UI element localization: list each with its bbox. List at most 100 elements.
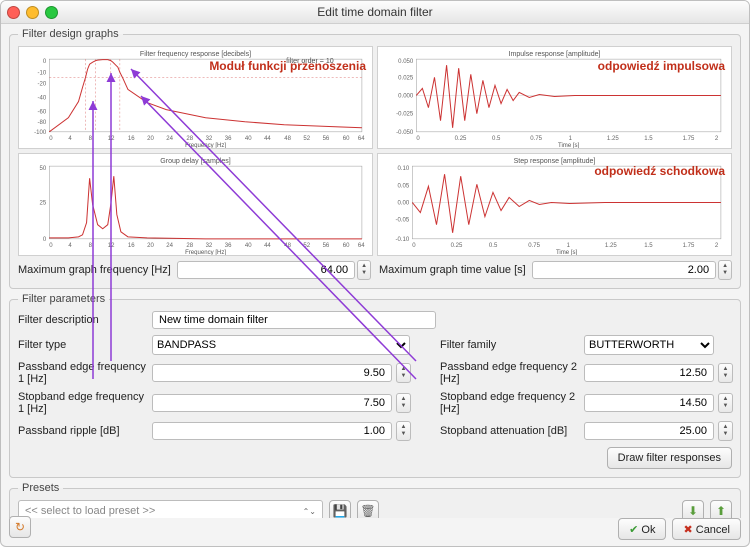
svg-text:32: 32 (206, 136, 213, 142)
max-graph-freq-stepper[interactable]: ▲▼ (357, 260, 371, 280)
minimize-icon[interactable] (26, 6, 39, 19)
svg-text:64: 64 (358, 136, 365, 142)
svg-text:Step response [amplitude]: Step response [amplitude] (514, 158, 596, 165)
svg-text:1.25: 1.25 (607, 136, 619, 142)
graphs-legend: Filter design graphs (18, 28, 123, 40)
svg-text:Impulse response [amplitude]: Impulse response [amplitude] (509, 51, 601, 58)
svg-text:-10: -10 (37, 70, 46, 76)
presets-legend: Presets (18, 482, 63, 494)
import-preset-button[interactable]: ⬇ (682, 500, 704, 518)
svg-text:0.10: 0.10 (397, 166, 409, 172)
chart-title: Filter frequency response [decibels] (140, 51, 251, 58)
delete-preset-button[interactable]: 🗑 (357, 500, 379, 518)
svg-text:28: 28 (186, 243, 193, 249)
floppy-icon: 💾 (333, 504, 348, 518)
filter-type-select[interactable]: BANDPASS (152, 335, 410, 355)
sbe1-label: Stopband edge frequency 1 [Hz] (18, 391, 148, 415)
sbe2-field[interactable] (584, 394, 714, 412)
svg-text:25: 25 (40, 200, 47, 206)
preset-select[interactable]: << select to load preset >> ⌃⌄ (18, 500, 323, 518)
svg-text:Time [s]: Time [s] (558, 143, 580, 148)
filter-family-select[interactable]: BUTTERWORTH (584, 335, 714, 355)
sbe1-field[interactable] (152, 394, 392, 412)
chart-step-response: Step response [amplitude] 0.10 0.05 0.00 -0… (377, 153, 732, 256)
atten-stepper[interactable]: ▲▼ (718, 421, 733, 441)
max-graph-time-stepper[interactable]: ▲▼ (718, 260, 732, 280)
window-title: Edit time domain filter (1, 5, 749, 19)
svg-text:-80: -80 (37, 120, 46, 126)
svg-text:28: 28 (186, 136, 193, 142)
close-icon[interactable] (7, 6, 20, 19)
cross-icon: ✖ (683, 524, 692, 536)
svg-text:Frequency [Hz]: Frequency [Hz] (185, 143, 226, 148)
save-preset-button[interactable]: 💾 (329, 500, 351, 518)
svg-text:0.05: 0.05 (397, 183, 409, 189)
svg-text:44: 44 (264, 136, 271, 142)
atten-field[interactable] (584, 422, 714, 440)
svg-text:24: 24 (166, 243, 173, 249)
svg-text:-0.10: -0.10 (395, 237, 409, 243)
svg-text:64: 64 (358, 243, 365, 249)
svg-text:1.5: 1.5 (644, 136, 653, 142)
svg-text:-100: -100 (34, 130, 47, 136)
svg-text:0.050: 0.050 (398, 59, 414, 65)
import-icon: ⬇ (688, 504, 698, 518)
svg-text:-0.025: -0.025 (396, 112, 414, 118)
svg-text:0: 0 (49, 243, 53, 249)
max-graph-time-label: Maximum graph time value [s] (379, 264, 526, 276)
svg-text:1.25: 1.25 (605, 243, 617, 249)
svg-text:-0.05: -0.05 (395, 218, 409, 224)
pbe1-label: Passband edge frequency 1 [Hz] (18, 361, 148, 385)
app-window: Edit time domain filter Filter design gr… (0, 0, 750, 547)
pbe1-field[interactable] (152, 364, 392, 382)
svg-text:20: 20 (147, 243, 154, 249)
svg-text:52: 52 (303, 243, 310, 249)
chart-group-delay: Group delay [samples] 50250 048121620242… (18, 153, 373, 256)
svg-text:56: 56 (323, 136, 330, 142)
svg-text:12: 12 (108, 136, 115, 142)
svg-text:-60: -60 (37, 110, 46, 116)
preset-placeholder: << select to load preset >> (25, 505, 155, 517)
traffic-lights (7, 6, 58, 19)
svg-text:40: 40 (245, 243, 252, 249)
filter-family-label: Filter family (440, 339, 580, 351)
sbe2-stepper[interactable]: ▲▼ (718, 393, 733, 413)
svg-text:0.025: 0.025 (398, 75, 414, 81)
presets-group: Presets << select to load preset >> ⌃⌄ 💾… (9, 482, 741, 518)
svg-text:0.000: 0.000 (398, 93, 414, 99)
svg-text:0.25: 0.25 (451, 243, 463, 249)
ok-button[interactable]: ✔ Ok (618, 518, 666, 540)
svg-text:20: 20 (147, 136, 154, 142)
cancel-button[interactable]: ✖ Cancel (672, 518, 741, 540)
svg-text:Frequency [Hz]: Frequency [Hz] (185, 250, 226, 255)
ripple-field[interactable] (152, 422, 392, 440)
zoom-icon[interactable] (45, 6, 58, 19)
pbe1-stepper[interactable]: ▲▼ (396, 363, 411, 383)
svg-text:2: 2 (715, 243, 719, 249)
max-graph-freq-field[interactable] (177, 261, 355, 279)
filter-desc-field[interactable] (152, 311, 436, 329)
svg-text:52: 52 (303, 136, 310, 142)
svg-text:12: 12 (108, 243, 115, 249)
pbe2-label: Passband edge frequency 2 [Hz] (440, 361, 580, 385)
refresh-button[interactable]: ↻ (9, 516, 31, 538)
max-graph-freq-label: Maximum graph frequency [Hz] (18, 264, 171, 276)
sbe1-stepper[interactable]: ▲▼ (396, 393, 411, 413)
export-preset-button[interactable]: ⬆ (710, 500, 732, 518)
ripple-stepper[interactable]: ▲▼ (396, 421, 411, 441)
max-graph-time-field[interactable] (532, 261, 716, 279)
pbe2-stepper[interactable]: ▲▼ (718, 363, 733, 383)
svg-text:0.00: 0.00 (397, 200, 409, 206)
svg-text:Group delay [samples]: Group delay [samples] (160, 158, 230, 165)
draw-filter-responses-button[interactable]: Draw filter responses (607, 447, 732, 469)
sbe2-label: Stopband edge frequency 2 [Hz] (440, 391, 580, 415)
check-icon: ✔ (629, 524, 638, 536)
svg-text:32: 32 (206, 243, 213, 249)
refresh-icon: ↻ (15, 520, 25, 534)
svg-text:0.75: 0.75 (528, 243, 540, 249)
pbe2-field[interactable] (584, 364, 714, 382)
svg-text:56: 56 (323, 243, 330, 249)
svg-text:-40: -40 (37, 96, 46, 102)
chart-freq-response: Filter frequency response [decibels] fil… (18, 46, 373, 149)
svg-text:48: 48 (284, 136, 291, 142)
